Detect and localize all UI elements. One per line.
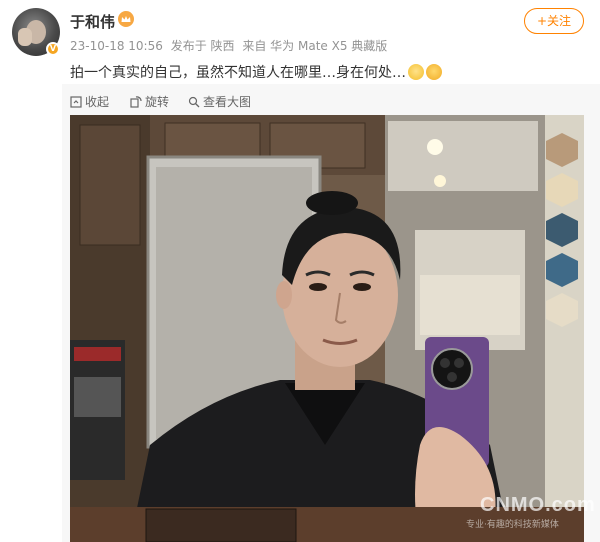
follow-button[interactable]: +关注 <box>524 8 584 34</box>
selfie-photo-illustration <box>70 115 584 542</box>
magnify-icon <box>188 96 200 108</box>
post-source: 来自 华为 Mate X5 典藏版 <box>242 39 388 53</box>
collapse-button[interactable]: 收起 <box>70 93 109 110</box>
rotate-label: 旋转 <box>145 95 170 109</box>
collapse-icon <box>70 96 82 108</box>
post-location: 发布于 陕西 <box>170 39 235 53</box>
watermark: CNMO.com <box>480 494 596 516</box>
verified-badge: V <box>46 42 60 56</box>
shocked-face-emoji <box>426 64 442 80</box>
media-toolbar: 收起 旋转 查看大图 <box>70 90 584 110</box>
weibo-post-card: V 于和伟 23-10-18 10:56 发布于 陕西 来自 华为 Mate X… <box>0 0 600 542</box>
view-large-label: 查看大图 <box>203 95 252 109</box>
rotate-button[interactable]: 旋转 <box>130 93 169 110</box>
post-text: 拍一个真实的自己，虽然不知道人在哪里…身在何处… <box>70 62 442 82</box>
shy-face-emoji <box>408 64 424 80</box>
post-text-body: 拍一个真实的自己，虽然不知道人在哪里…身在何处… <box>70 65 406 81</box>
post-photo[interactable] <box>70 115 584 542</box>
collapse-label: 收起 <box>85 95 110 109</box>
post-time[interactable]: 23-10-18 10:56 <box>70 39 163 53</box>
rotate-icon <box>130 96 142 108</box>
crown-icon <box>118 11 134 27</box>
post-meta: 23-10-18 10:56 发布于 陕西 来自 华为 Mate X5 典藏版 <box>70 37 391 54</box>
avatar-hand <box>18 28 32 46</box>
view-large-button[interactable]: 查看大图 <box>188 93 251 110</box>
username[interactable]: 于和伟 <box>70 11 115 32</box>
watermark-tagline: 专业·有趣的科技新媒体 <box>466 520 559 530</box>
